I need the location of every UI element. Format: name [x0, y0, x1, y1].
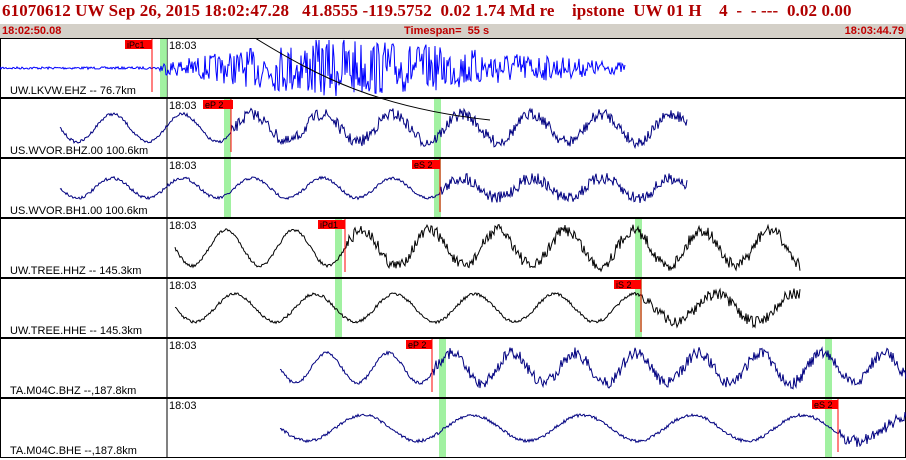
station-label: TA.M04C.BHE --,187.8km: [10, 445, 137, 457]
minute-tick-label: 18:03: [169, 220, 197, 232]
pick-label: eS 2: [414, 160, 433, 170]
pick-highlight: [434, 99, 441, 157]
pick-label: eP 2: [408, 340, 426, 350]
minute-tick-label: 18:03: [169, 280, 197, 292]
pick-label: eS 2: [814, 400, 833, 410]
pick-label: iPc1: [127, 40, 145, 50]
minute-tick-label: 18:03: [169, 400, 197, 412]
trace-panel[interactable]: 18:03 iPc1 UW.LKVW.EHZ -- 76.7km: [0, 38, 906, 98]
trace-panel[interactable]: 18:03 eP 2 TA.M04C.BHZ --,187.8km: [0, 338, 906, 398]
minute-tick-label: 18:03: [169, 340, 197, 352]
waveform: [59, 173, 688, 203]
pick-highlight: [224, 159, 231, 217]
pick-label: iPd1: [320, 220, 338, 230]
waveform: [174, 223, 801, 273]
minute-tick-label: 18:03: [169, 100, 197, 112]
minute-tick-label: 18:03: [169, 40, 197, 52]
timespan-label: Timespan= 55 s: [404, 25, 490, 37]
minute-tick-label: 18:03: [169, 160, 197, 172]
trace-panel[interactable]: 18:03 eS 2 TA.M04C.BHE --,187.8km: [0, 398, 906, 458]
trace-panel[interactable]: 18:03 iPd1 UW.TREE.HHZ -- 145.3km: [0, 218, 906, 278]
station-label: UW.LKVW.EHZ -- 76.7km: [10, 85, 136, 97]
pick-highlight: [439, 339, 446, 397]
pick-label: eP 2: [205, 100, 223, 110]
seismogram-panel[interactable]: 18:03 iPc1 UW.LKVW.EHZ -- 76.7km 18:03 eP 2 U…: [0, 38, 906, 460]
station-label: US.WVOR.BH1.00 100.6km: [10, 205, 148, 217]
pick-highlight: [825, 339, 832, 397]
start-time: 18:02:50.08: [2, 25, 62, 37]
pick-highlight: [335, 279, 342, 337]
waveform: [59, 107, 688, 150]
pick-label: iS 2: [616, 280, 632, 290]
event-summary: 61070612 UW Sep 26, 2015 18:02:47.28 41.…: [2, 1, 852, 20]
event-header: 61070612 UW Sep 26, 2015 18:02:47.28 41.…: [0, 0, 906, 24]
station-label: UW.TREE.HHE -- 145.3km: [10, 325, 142, 337]
station-label: UW.TREE.HHZ -- 145.3km: [10, 265, 141, 277]
time-bar: 18:02:50.08 Timespan= 55 s 18:03:44.79: [0, 24, 906, 38]
station-label: TA.M04C.BHZ --,187.8km: [10, 385, 136, 397]
trace-panel[interactable]: 18:03 iS 2 UW.TREE.HHE -- 145.3km: [0, 278, 906, 338]
end-time: 18:03:44.79: [844, 25, 904, 37]
waveform: [279, 412, 906, 448]
trace-panel[interactable]: 18:03 eS 2 US.WVOR.BH1.00 100.6km: [0, 158, 906, 218]
trace-panel[interactable]: 18:03 eP 2 US.WVOR.BHZ.00 100.6km: [0, 98, 906, 158]
station-label: US.WVOR.BHZ.00 100.6km: [10, 145, 148, 157]
waveform: [174, 287, 801, 329]
waveform: [279, 346, 906, 390]
